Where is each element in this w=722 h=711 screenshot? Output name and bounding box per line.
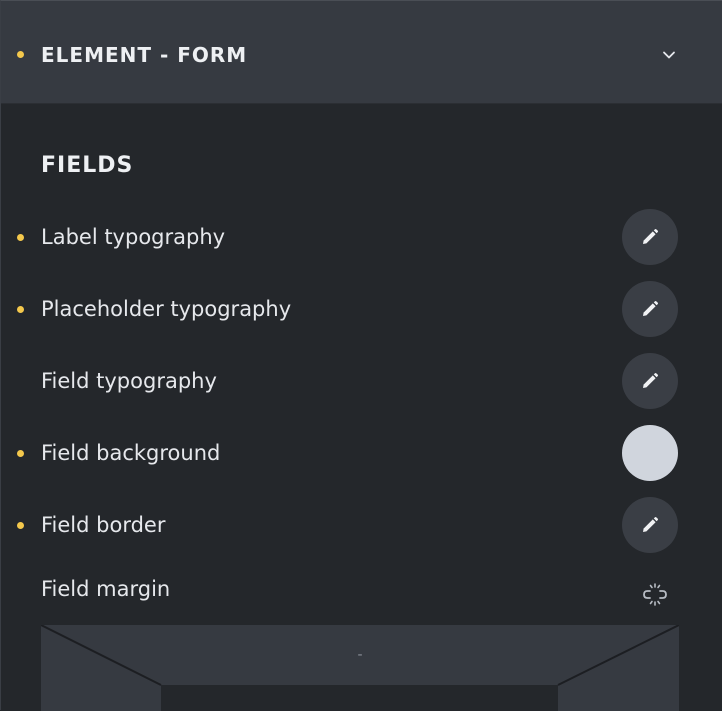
section-title-fields: FIELDS <box>41 153 134 178</box>
margin-box-control[interactable]: - <box>41 625 679 711</box>
margin-top-input[interactable]: - <box>41 645 679 665</box>
form-element-panel: ELEMENT - FORM FIELDS Label typography P… <box>0 0 722 711</box>
edit-placeholder-typography-button[interactable] <box>622 281 678 337</box>
setting-row-placeholder-typography: Placeholder typography <box>1 281 722 337</box>
pencil-icon <box>643 516 659 532</box>
modified-indicator-dot <box>17 51 24 58</box>
setting-label: Placeholder typography <box>41 297 292 321</box>
panel-header[interactable]: ELEMENT - FORM <box>1 1 722 104</box>
pencil-icon <box>643 372 659 388</box>
field-background-color-swatch[interactable] <box>622 425 678 481</box>
chevron-down-icon[interactable] <box>659 45 679 65</box>
field-margin-label: Field margin <box>41 577 171 601</box>
setting-label: Field background <box>41 441 221 465</box>
modified-indicator-dot <box>17 522 24 529</box>
pencil-icon <box>643 300 659 316</box>
margin-box-inner <box>161 685 558 711</box>
modified-indicator-dot <box>17 450 24 457</box>
edit-field-typography-button[interactable] <box>622 353 678 409</box>
panel-title: ELEMENT - FORM <box>41 43 248 67</box>
setting-label: Label typography <box>41 225 226 249</box>
modified-indicator-dot <box>17 306 24 313</box>
setting-row-field-border: Field border <box>1 497 722 553</box>
setting-label: Field border <box>41 513 166 537</box>
setting-row-field-background: Field background <box>1 425 722 481</box>
setting-label: Field typography <box>41 369 217 393</box>
setting-row-field-typography: Field typography <box>1 353 722 409</box>
unlink-icon[interactable] <box>641 581 669 609</box>
setting-row-label-typography: Label typography <box>1 209 722 265</box>
pencil-icon <box>643 228 659 244</box>
modified-indicator-dot <box>17 234 24 241</box>
edit-field-border-button[interactable] <box>622 497 678 553</box>
edit-label-typography-button[interactable] <box>622 209 678 265</box>
